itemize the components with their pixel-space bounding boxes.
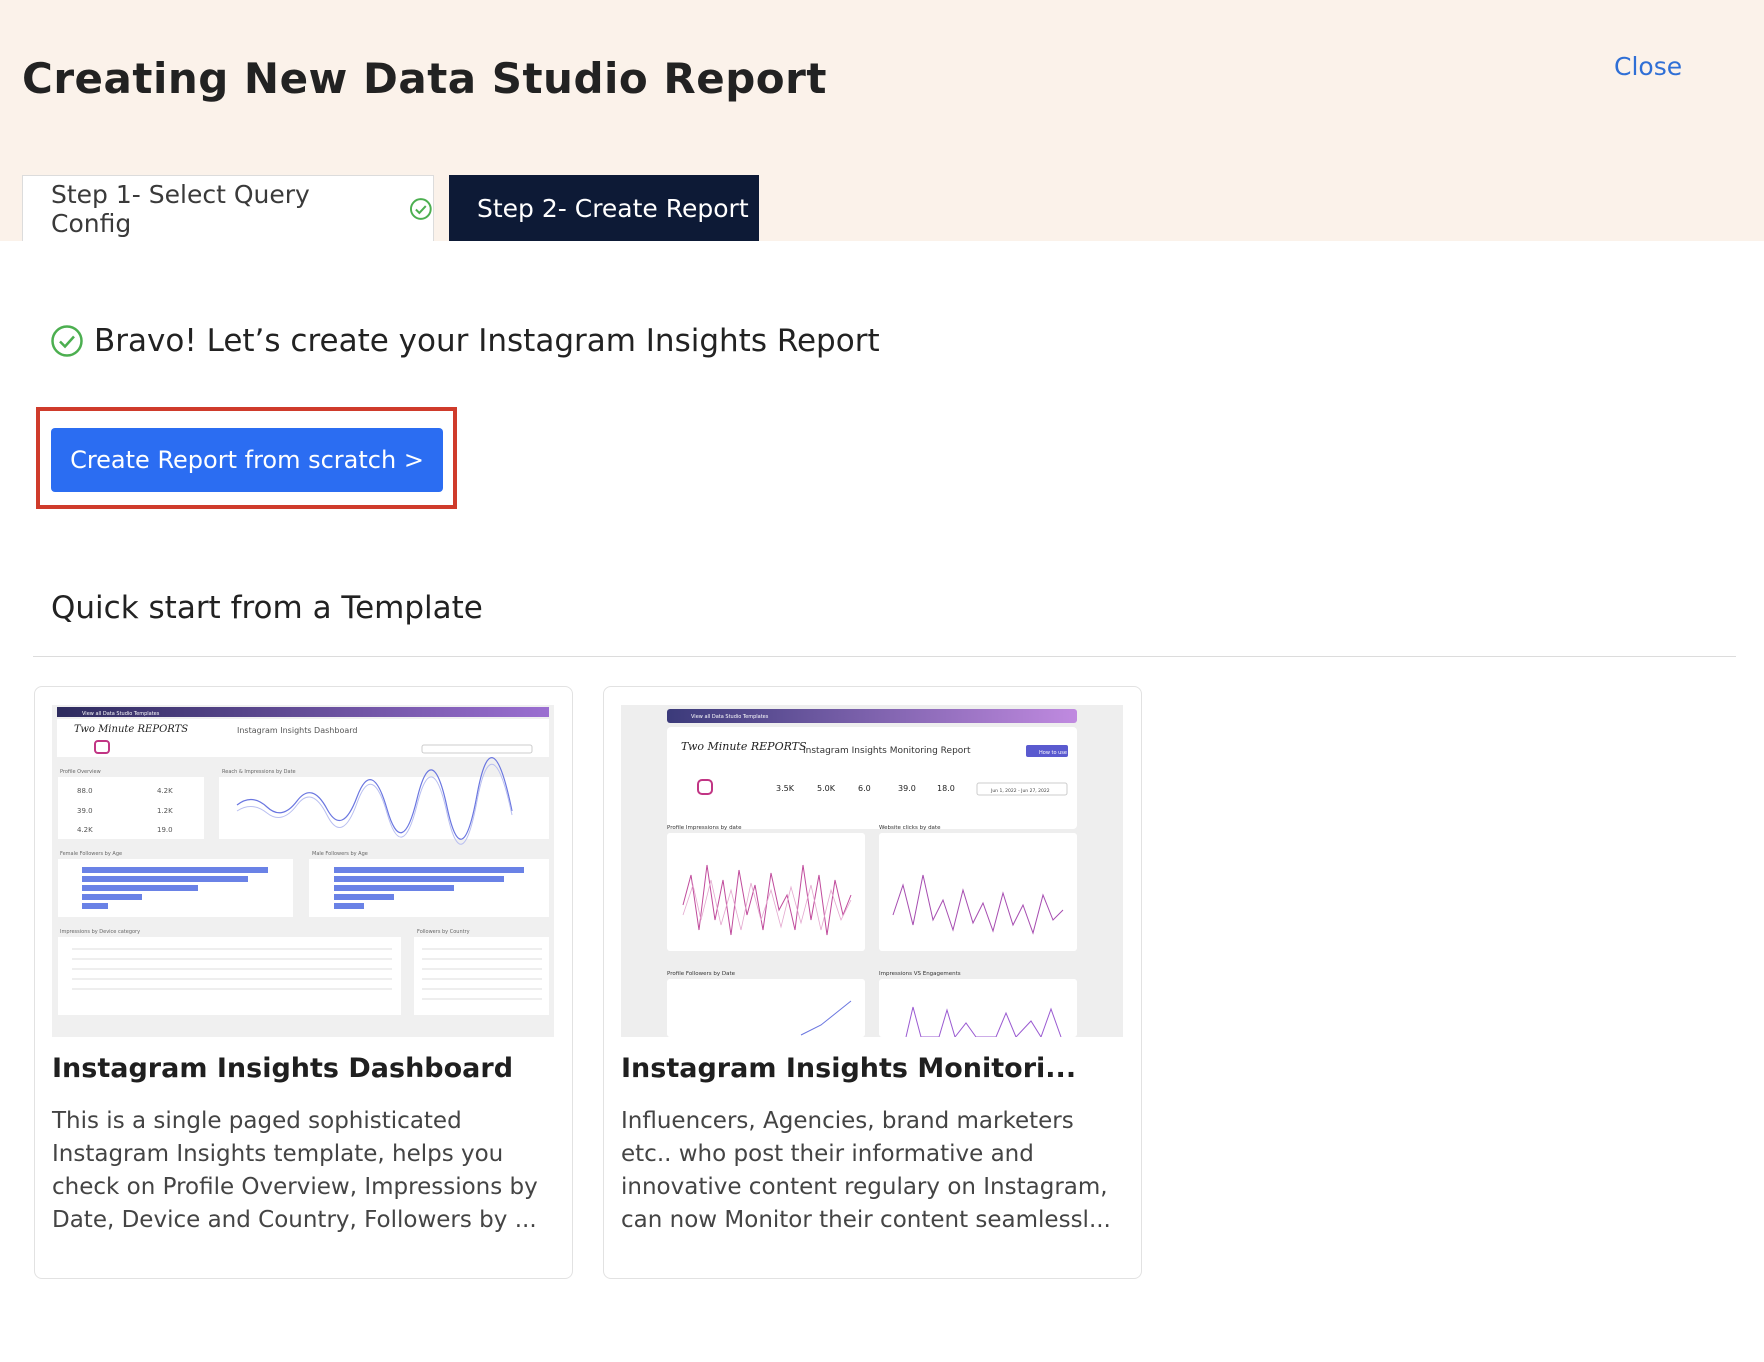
- template-description: Influencers, Agencies, brand marketers e…: [621, 1108, 1111, 1233]
- quick-start-title: Quick start from a Template: [51, 590, 483, 626]
- thumb-how-to: How to use: [1039, 750, 1067, 756]
- check-circle-icon: [51, 325, 83, 357]
- template-thumbnail: View all Data Studio Templates Two Minut…: [52, 705, 554, 1037]
- thumb-kpi: 39.0: [898, 784, 916, 793]
- thumb-panel-label: Male Followers by Age: [312, 851, 368, 857]
- thumb-kpi: 5.0K: [817, 784, 836, 793]
- thumb-panel-label: Reach & Impressions by Date: [222, 769, 296, 775]
- template-card-instagram-insights-dashboard[interactable]: View all Data Studio Templates Two Minut…: [34, 686, 573, 1279]
- create-report-from-scratch-button[interactable]: Create Report from scratch >: [51, 428, 443, 492]
- thumb-panel-label: Profile Impressions by date: [667, 825, 742, 831]
- thumb-logo: Two Minute REPORTS: [74, 724, 188, 735]
- thumb-panel-label: Impressions VS Engagements: [879, 971, 961, 977]
- thumb-panel-label: Profile Overview: [60, 769, 101, 775]
- thumb-kpi: 88.0: [77, 787, 93, 795]
- template-title: Instagram Insights Monitori...: [621, 1053, 1077, 1084]
- template-title: Instagram Insights Dashboard: [52, 1053, 514, 1084]
- thumb-kpi: 19.0: [157, 826, 173, 834]
- thumb-kpi: 3.5K: [776, 784, 795, 793]
- close-button[interactable]: Close: [1614, 52, 1682, 81]
- section-divider: [33, 656, 1736, 657]
- thumb-kpi: 1.2K: [157, 807, 173, 815]
- dashboard-preview: View all Data Studio Templates Two Minut…: [52, 705, 554, 1037]
- thumb-kpi: 4.2K: [157, 787, 173, 795]
- thumb-kpi: 6.0: [858, 784, 871, 793]
- thumb-panel-label: Followers by Country: [417, 929, 470, 935]
- thumb-kpi: 18.0: [937, 784, 955, 793]
- check-circle-icon: [410, 197, 433, 220]
- tab-step-1[interactable]: Step 1- Select Query Config: [22, 175, 434, 241]
- thumb-panel-label: Profile Followers by Date: [667, 971, 736, 977]
- thumb-panel-label: Female Followers by Age: [60, 851, 122, 857]
- template-description: This is a single paged sophisticated Ins…: [52, 1108, 538, 1233]
- tab-step-2-label: Step 2- Create Report: [477, 193, 749, 223]
- tab-step-1-label: Step 1- Select Query Config: [51, 179, 310, 238]
- page-title: Creating New Data Studio Report: [22, 54, 827, 103]
- thumb-kpi: 4.2K: [77, 826, 93, 834]
- thumb-heading: Instagram Insights Dashboard: [237, 726, 357, 735]
- success-message: Bravo! Let’s create your Instagram Insig…: [50, 323, 880, 359]
- thumb-date-range: Jun 1, 2022 - Jun 27, 2022: [990, 788, 1050, 794]
- thumb-kpi: 39.0: [77, 807, 93, 815]
- template-thumbnail: View all Data Studio Templates Two Minut…: [621, 705, 1123, 1037]
- thumb-heading: Instagram Insights Monitoring Report: [803, 746, 971, 756]
- tab-step-2[interactable]: Step 2- Create Report: [449, 175, 759, 241]
- dashboard-preview: View all Data Studio Templates Two Minut…: [621, 705, 1123, 1037]
- thumb-banner-text: View all Data Studio Templates: [691, 714, 769, 720]
- dialog-header: Creating New Data Studio Report Close St…: [0, 0, 1764, 241]
- thumb-banner-text: View all Data Studio Templates: [82, 711, 160, 717]
- thumb-panel-label: Website clicks by date: [879, 825, 941, 831]
- thumb-panel-label: Impressions by Device category: [60, 929, 140, 935]
- template-card-instagram-insights-monitoring[interactable]: View all Data Studio Templates Two Minut…: [603, 686, 1142, 1279]
- thumb-logo: Two Minute REPORTS: [681, 740, 807, 753]
- success-message-text: Bravo! Let’s create your Instagram Insig…: [94, 323, 880, 359]
